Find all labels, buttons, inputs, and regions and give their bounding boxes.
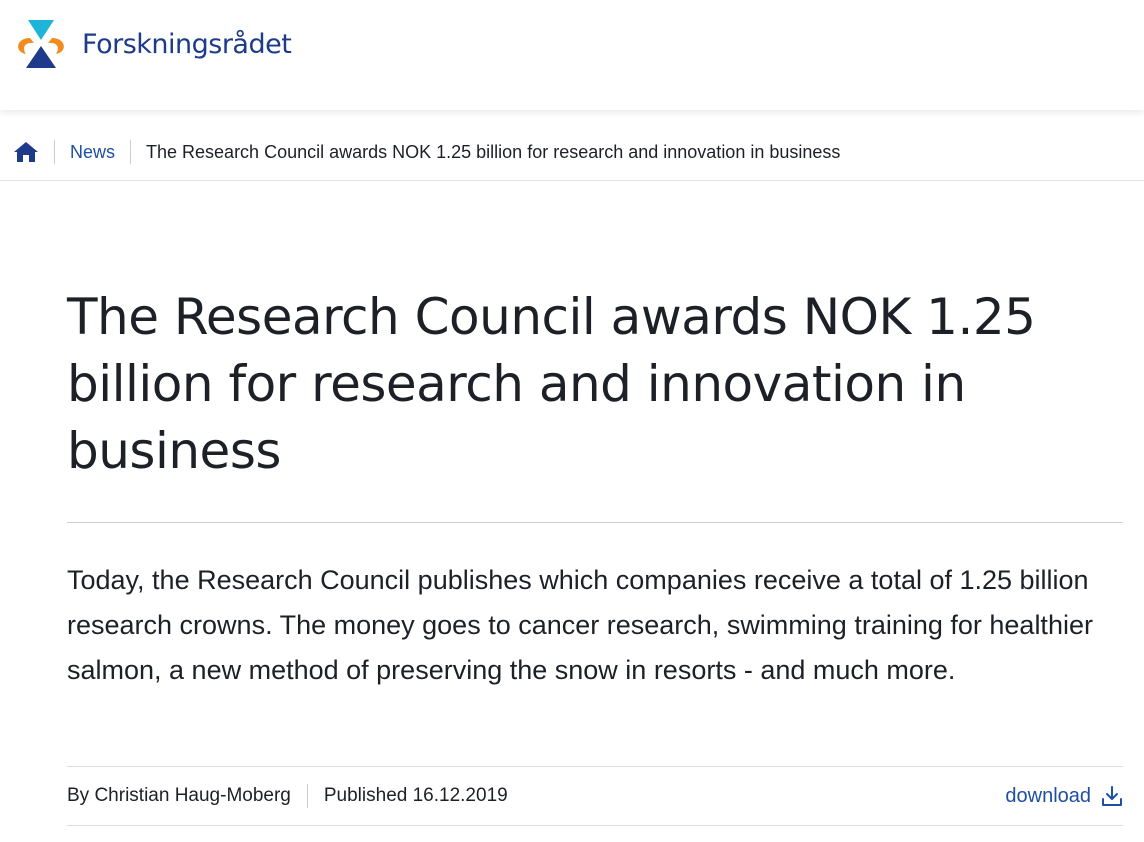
breadcrumb-news-link[interactable]: News: [70, 142, 115, 163]
forskningsradet-logo-icon: [18, 20, 64, 68]
breadcrumb-home[interactable]: [13, 140, 39, 164]
breadcrumb: News The Research Council awards NOK 1.2…: [0, 124, 1144, 181]
download-button[interactable]: download: [1005, 785, 1123, 808]
breadcrumb-separator: [130, 140, 132, 164]
home-icon: [14, 142, 38, 162]
download-label: download: [1005, 784, 1091, 807]
article-meta: By Christian Haug-Moberg Published 16.12…: [67, 767, 1123, 825]
meta-separator: [306, 784, 308, 808]
download-icon: [1102, 786, 1122, 806]
site-logo[interactable]: Forskningsrådet: [12, 18, 292, 70]
breadcrumb-separator: [54, 140, 55, 164]
site-header: Forskningsrådet: [0, 0, 1144, 110]
article-author: By Christian Haug-Moberg: [67, 785, 291, 806]
article-published-date: Published 16.12.2019: [323, 785, 508, 806]
logo-text: Forskningsrådet: [82, 28, 292, 60]
article-lede: Today, the Research Council publishes wh…: [67, 565, 1093, 685]
breadcrumb-current-page: The Research Council awards NOK 1.25 bil…: [146, 141, 841, 162]
divider: [67, 522, 1123, 523]
divider: [67, 825, 1123, 826]
article-title: The Research Council awards NOK 1.25 bil…: [67, 288, 1036, 480]
